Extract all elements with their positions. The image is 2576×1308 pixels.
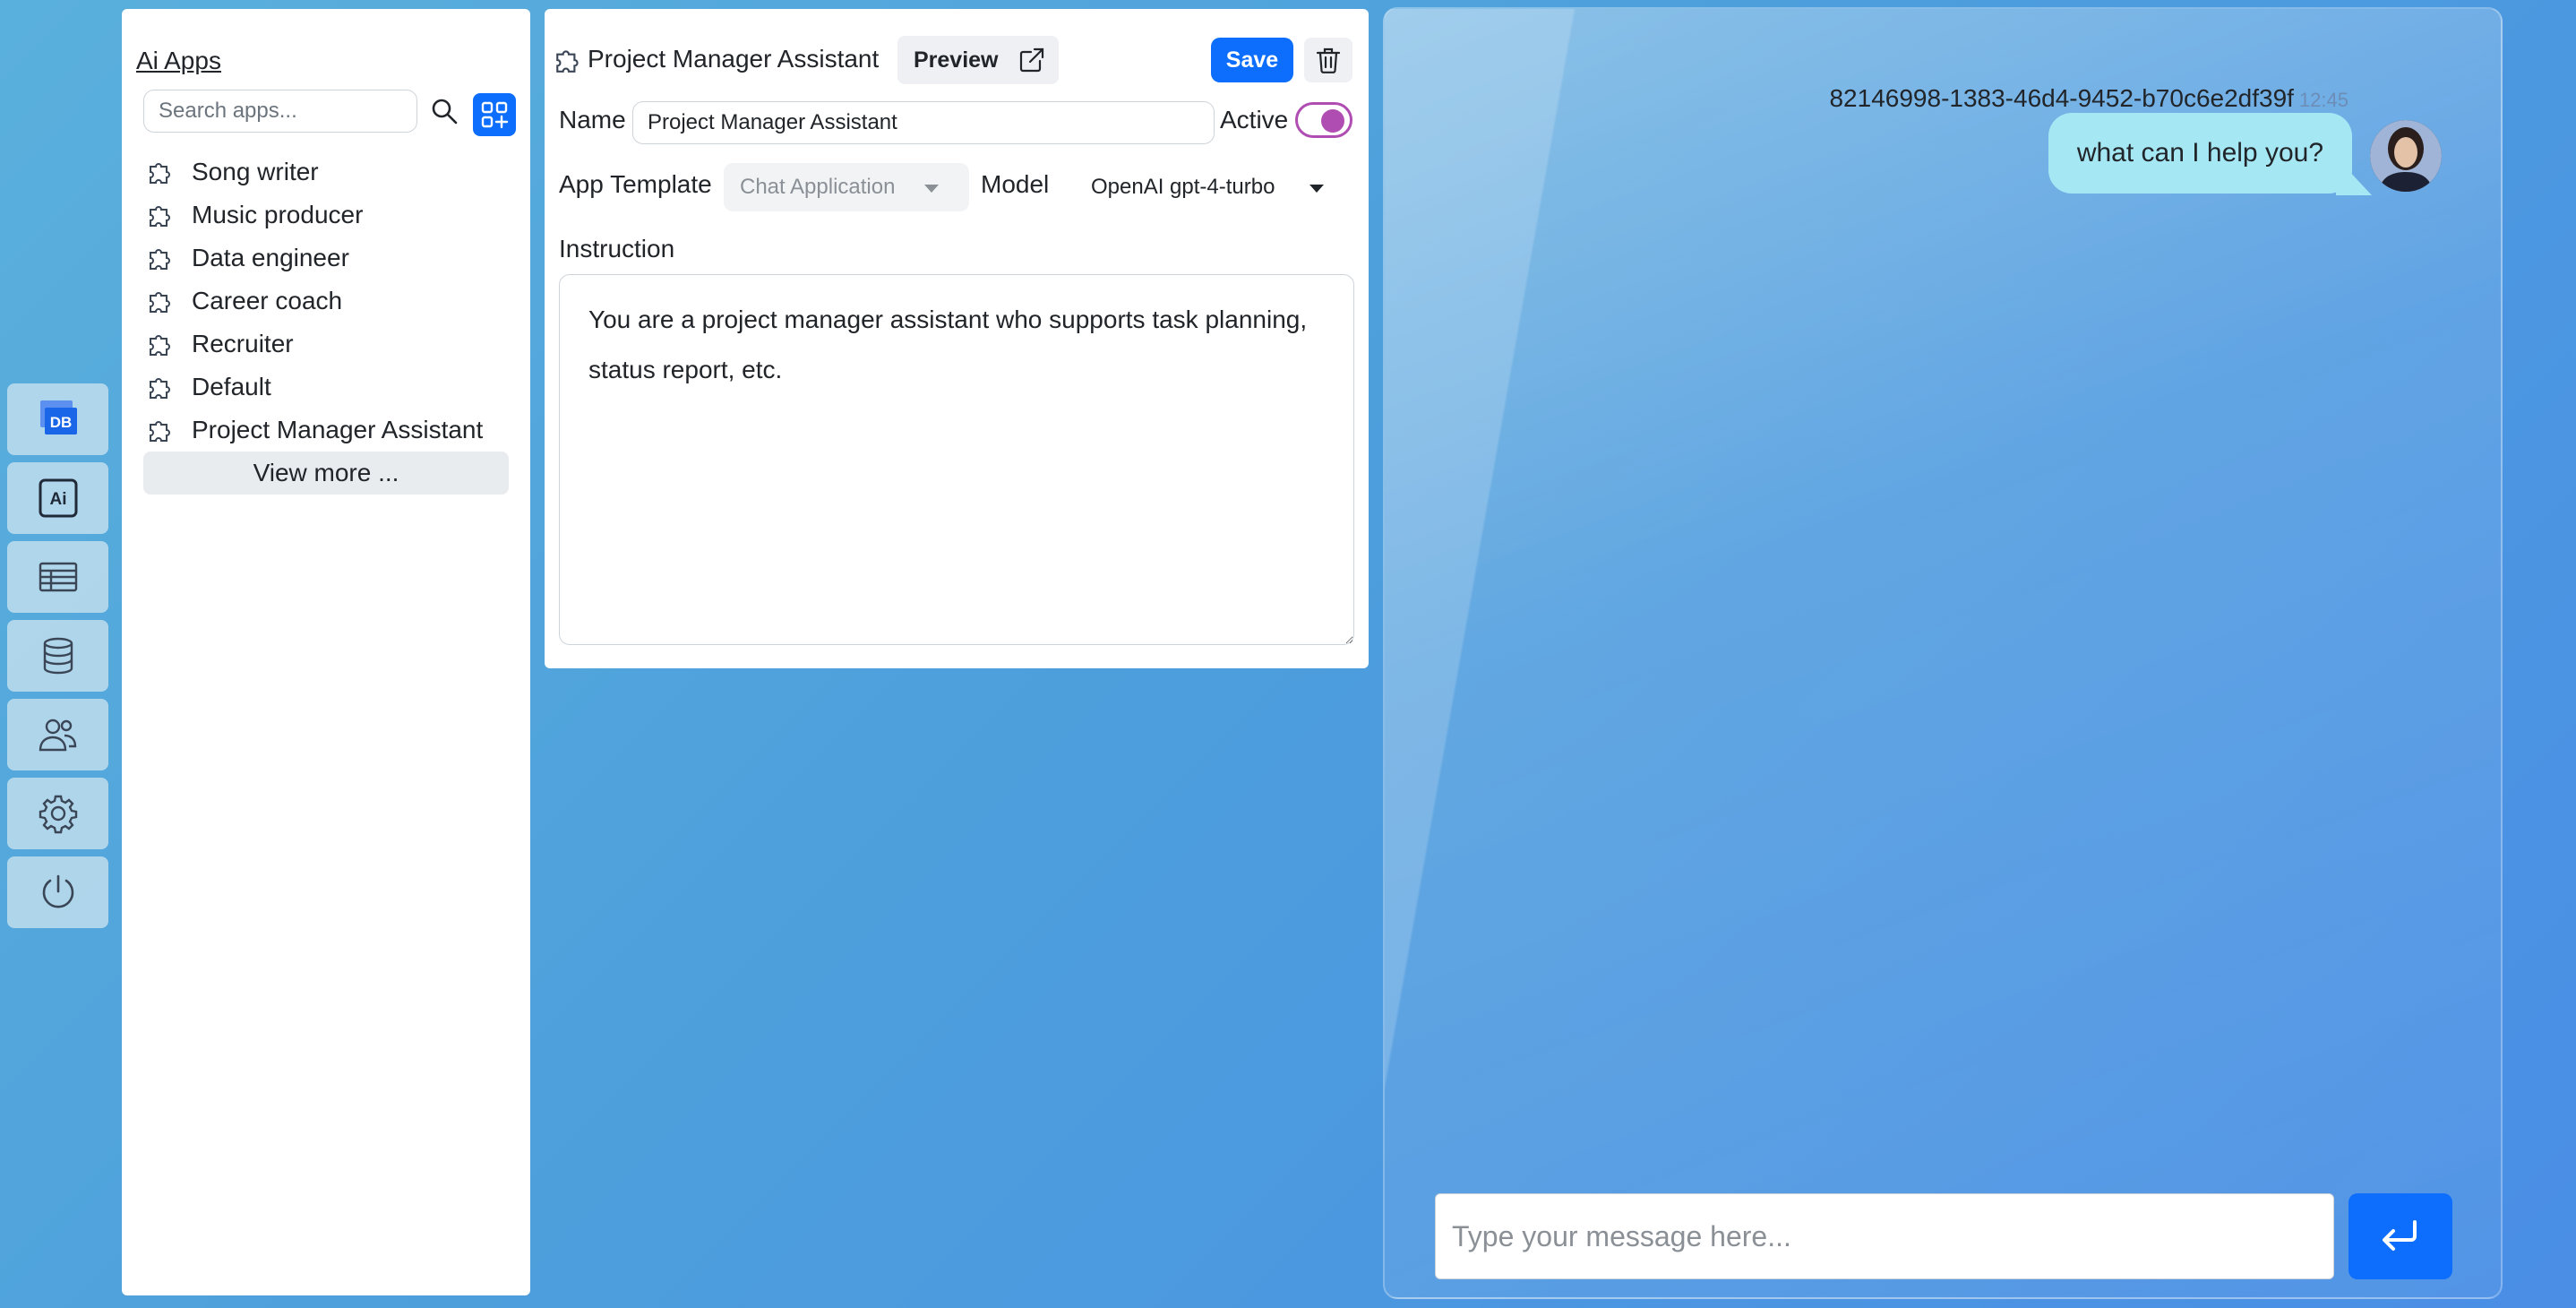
app-template-label: App Template	[559, 170, 712, 198]
app-name: Project Manager Assistant	[192, 416, 484, 443]
puzzle-icon	[150, 292, 170, 313]
app-name: Data engineer	[192, 244, 349, 271]
nav-ai-apps[interactable]: Ai	[7, 462, 108, 534]
puzzle-icon	[150, 163, 170, 184]
nav-database[interactable]	[7, 620, 108, 692]
chevron-down-icon	[924, 185, 939, 193]
ai-icon: Ai	[39, 478, 77, 518]
message-meta: 82146998-1383-46d4-9452-b70c6e2df39f 12:4…	[1829, 84, 2348, 113]
app-template-select[interactable]: Chat Application	[724, 163, 969, 211]
nav-logout[interactable]	[7, 856, 108, 928]
chat-panel: 82146998-1383-46d4-9452-b70c6e2df39f 12:4…	[1383, 7, 2503, 1299]
app-list-item[interactable]: Music producer	[147, 194, 523, 237]
nav-users[interactable]	[7, 699, 108, 770]
trash-icon	[1316, 47, 1341, 73]
delete-button[interactable]	[1304, 38, 1352, 82]
app-list-item[interactable]: Default	[147, 366, 523, 409]
app-name: Career coach	[192, 287, 343, 314]
app-name: Default	[192, 373, 271, 400]
model-value: OpenAI gpt-4-turbo	[1091, 175, 1275, 199]
puzzle-icon	[150, 206, 170, 227]
apps-panel: Ai Apps Song writer Music producer Data …	[122, 9, 530, 1295]
panel-shine	[1385, 9, 2501, 1297]
send-button[interactable]	[2348, 1193, 2452, 1279]
preview-button[interactable]: Preview	[897, 36, 1059, 84]
puzzle-icon	[150, 378, 170, 399]
apps-add-icon	[481, 101, 509, 129]
puzzle-icon	[150, 249, 170, 270]
avatar	[2370, 120, 2442, 192]
instruction-label: Instruction	[559, 235, 675, 262]
puzzle-icon	[150, 335, 170, 356]
nav-settings[interactable]	[7, 778, 108, 849]
database-icon	[43, 637, 73, 675]
active-toggle[interactable]	[1295, 102, 1352, 138]
app-name: Recruiter	[192, 330, 294, 357]
message-text: what can I help you?	[2076, 138, 2323, 168]
users-icon	[39, 719, 76, 752]
puzzle-icon	[150, 421, 170, 442]
search-apps-input[interactable]	[143, 90, 417, 133]
app-name: Music producer	[192, 201, 364, 228]
table-icon	[39, 562, 77, 592]
view-more-button[interactable]: View more ...	[143, 452, 509, 495]
save-button[interactable]: Save	[1211, 38, 1293, 82]
chat-message-input[interactable]	[1435, 1193, 2334, 1279]
ai-icon-label: Ai	[49, 490, 66, 509]
puzzle-icon	[556, 50, 579, 73]
toggle-knob	[1321, 109, 1344, 133]
nav-tables[interactable]	[7, 541, 108, 613]
external-link-icon	[1019, 47, 1043, 73]
active-label: Active	[1220, 106, 1289, 133]
app-list-item[interactable]: Recruiter	[147, 323, 523, 366]
db-icon-label: DB	[49, 414, 72, 431]
app-list-item[interactable]: Career coach	[147, 280, 523, 323]
app-list-item[interactable]: Song writer	[147, 151, 523, 194]
chat-message-bubble: what can I help you?	[2048, 113, 2352, 194]
nav-db[interactable]: DB	[7, 383, 108, 455]
model-select[interactable]: OpenAI gpt-4-turbo	[1066, 163, 1352, 211]
message-time: 12:45	[2298, 89, 2348, 111]
name-label: Name	[559, 106, 626, 133]
app-name: Song writer	[192, 158, 319, 185]
avatar-portrait-icon	[2370, 120, 2442, 192]
instruction-textarea[interactable]: You are a project manager assistant who …	[559, 274, 1354, 645]
app-list-item[interactable]: Data engineer	[147, 237, 523, 280]
add-app-button[interactable]	[473, 93, 516, 136]
app-name-input[interactable]	[632, 101, 1215, 144]
gear-icon	[39, 795, 77, 834]
app-template-value: Chat Application	[740, 175, 896, 199]
app-editor-panel: Project Manager Assistant Preview Save N…	[545, 9, 1369, 668]
enter-icon	[2383, 1220, 2417, 1251]
search-icon	[432, 99, 458, 125]
app-list: Song writer Music producer Data engineer…	[147, 151, 523, 452]
db-icon: DB	[39, 400, 77, 435]
message-sender: 82146998-1383-46d4-9452-b70c6e2df39f	[1829, 84, 2294, 112]
editor-title: Project Manager Assistant	[588, 45, 880, 73]
chevron-down-icon	[1309, 185, 1324, 193]
preview-label: Preview	[914, 47, 999, 73]
app-list-item[interactable]: Project Manager Assistant	[147, 409, 523, 452]
apps-title-link[interactable]: Ai Apps	[136, 47, 221, 75]
power-icon	[42, 874, 73, 908]
nav-rail: DB Ai	[7, 383, 108, 935]
model-label: Model	[981, 170, 1050, 198]
search-button[interactable]	[426, 93, 462, 129]
